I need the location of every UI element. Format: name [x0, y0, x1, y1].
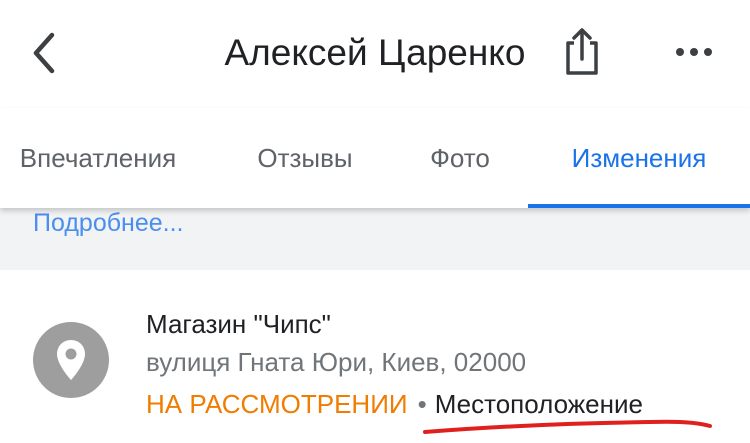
more-link[interactable]: Подробнее... — [33, 208, 184, 238]
share-icon — [566, 28, 598, 75]
separator-dot: • — [417, 389, 427, 419]
back-button[interactable] — [22, 28, 66, 78]
tab-reviews[interactable]: Отзывы — [235, 108, 375, 208]
tab-edits[interactable]: Изменения — [528, 108, 750, 208]
place-avatar — [33, 322, 109, 398]
place-name: Магазин "Чипс" — [146, 309, 331, 339]
edit-list-item[interactable]: Магазин "Чипс" вулиця Гната Юри, Киев, 0… — [0, 270, 750, 443]
change-type-label: Местоположение — [434, 389, 643, 419]
chevron-left-icon — [33, 32, 55, 74]
tab-photos[interactable]: Фото — [410, 108, 510, 208]
app-header: Алексей Царенко — [0, 0, 750, 108]
location-pin-icon — [57, 340, 85, 380]
place-address: вулиця Гната Юри, Киев, 02000 — [146, 347, 527, 377]
edit-status-line: НА РАССМОТРЕНИИ • Местоположение — [146, 388, 643, 420]
page-title: Алексей Царенко — [224, 32, 526, 73]
share-button[interactable] — [556, 22, 608, 82]
more-section: Подробнее... — [0, 208, 750, 270]
status-badge: НА РАССМОТРЕНИИ — [146, 389, 408, 419]
tab-impressions[interactable]: Впечатления — [0, 108, 196, 208]
profile-tabs: Впечатления Отзывы Фото Изменения — [0, 108, 750, 208]
more-options-button[interactable] — [666, 34, 722, 70]
more-horizontal-icon — [676, 48, 712, 56]
